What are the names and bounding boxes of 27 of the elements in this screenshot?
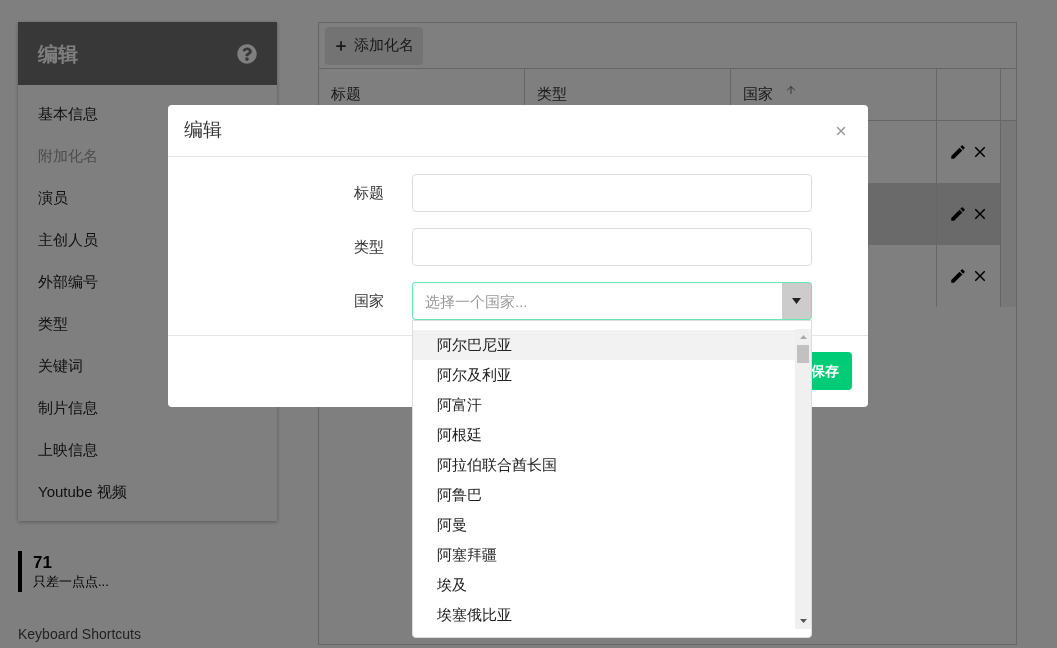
scroll-up-icon[interactable] — [799, 335, 807, 339]
plus-icon — [334, 38, 348, 53]
column-label: 国家 — [743, 84, 773, 105]
edit-icon[interactable] — [948, 267, 967, 285]
text-field[interactable] — [412, 228, 812, 266]
edit-icon[interactable] — [948, 143, 967, 161]
field-label: 类型 — [353, 236, 384, 257]
progress-caption: 只差一点点... — [33, 572, 110, 591]
edit-icon[interactable] — [948, 205, 967, 223]
sidebar-title: 编辑 — [38, 41, 78, 67]
column-label: 类型 — [537, 84, 567, 105]
text-field[interactable] — [412, 174, 812, 212]
scroll-thumb[interactable] — [797, 345, 809, 363]
sidebar-item[interactable]: 上映信息 — [18, 429, 277, 471]
field-label: 国家 — [353, 290, 384, 311]
country-option[interactable]: 阿尔巴尼亚 — [413, 330, 795, 360]
sidebar-item[interactable]: Youtube 视频 — [18, 471, 277, 513]
table-scrollbar[interactable] — [1000, 121, 1016, 307]
scroll-down-icon[interactable] — [799, 619, 807, 623]
dialog-title: 编辑 — [184, 118, 222, 143]
dropdown-scrollbar[interactable] — [795, 329, 811, 629]
column-label: 标题 — [331, 84, 361, 105]
add-alias-button[interactable]: 添加化名 — [325, 26, 423, 65]
help-icon[interactable] — [237, 43, 257, 64]
field-label: 标题 — [353, 182, 384, 203]
progress-value: 71 — [33, 552, 53, 573]
keyboard-shortcuts-link[interactable]: Keyboard Shortcuts — [18, 624, 277, 645]
